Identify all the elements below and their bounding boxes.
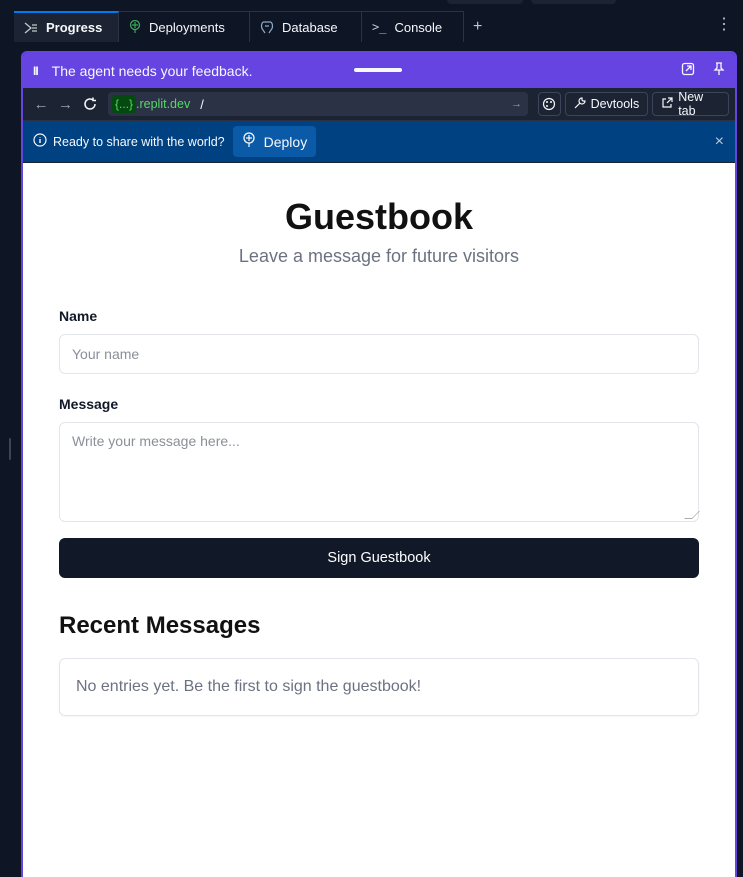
tab-database[interactable]: Database xyxy=(250,11,362,42)
tab-progress[interactable]: Progress × xyxy=(14,11,129,42)
back-arrow-icon[interactable]: ← xyxy=(29,91,53,117)
tab-console[interactable]: >_ Console xyxy=(362,11,464,42)
message-textarea[interactable]: Write your message here... xyxy=(59,422,700,522)
wrench-icon xyxy=(574,96,586,112)
feedback-text: The agent needs your feedback. xyxy=(51,62,253,79)
recent-messages-heading: Recent Messages xyxy=(59,612,261,639)
url-host: .replit.dev xyxy=(136,97,191,111)
name-input[interactable]: Your name xyxy=(59,334,699,374)
top-ghost-button[interactable] xyxy=(531,0,616,4)
more-options-icon[interactable]: ⋮ xyxy=(716,17,732,33)
deploy-button[interactable]: Deploy xyxy=(232,126,317,157)
top-ghost-button[interactable] xyxy=(447,0,523,4)
console-icon: >_ xyxy=(372,20,387,34)
go-arrow-icon[interactable]: → xyxy=(511,98,522,110)
sign-guestbook-button[interactable]: Sign Guestbook xyxy=(59,538,699,578)
new-tab-label: New tab xyxy=(678,90,704,118)
browser-toolbar: ← → {...} .replit.dev / → Devtools New t… xyxy=(23,88,735,121)
deploy-message: Ready to share with the world? xyxy=(53,134,225,149)
tab-label: Database xyxy=(282,19,338,35)
top-strip xyxy=(0,0,743,10)
info-icon xyxy=(33,133,47,150)
resize-handle[interactable] xyxy=(9,438,11,460)
deploy-label: Deploy xyxy=(263,133,308,150)
tab-label: Progress xyxy=(46,20,103,35)
open-external-icon[interactable] xyxy=(681,62,695,79)
deployments-icon xyxy=(129,20,141,34)
refresh-icon[interactable] xyxy=(78,91,102,117)
deploy-icon xyxy=(242,132,256,151)
resize-grip-icon[interactable] xyxy=(684,511,700,519)
message-label: Message xyxy=(59,396,119,412)
devtools-label: Devtools xyxy=(590,97,640,111)
pause-icon[interactable]: II xyxy=(33,64,39,78)
progress-icon xyxy=(24,22,38,34)
page-subtitle: Leave a message for future visitors xyxy=(238,246,520,266)
devtools-button[interactable]: Devtools xyxy=(564,92,649,116)
page-title: Guestbook xyxy=(284,196,473,237)
guestbook-page: Guestbook Leave a message for future vis… xyxy=(23,163,735,877)
drag-handle[interactable] xyxy=(354,68,402,72)
name-label: Name xyxy=(59,308,98,324)
empty-state: No entries yet. Be the first to sign the… xyxy=(59,658,699,716)
url-input[interactable]: {...} .replit.dev / → xyxy=(107,92,528,116)
external-link-icon xyxy=(661,96,673,112)
pin-icon[interactable] xyxy=(713,62,725,79)
forward-arrow-icon[interactable]: → xyxy=(53,91,77,117)
tab-deployments[interactable]: Deployments xyxy=(119,11,250,42)
tab-label: Deployments xyxy=(149,19,225,35)
tab-label: Console xyxy=(394,19,443,35)
workspace-tabbar: Progress × Deployments Database >_ Conso… xyxy=(0,0,743,51)
deploy-banner: Ready to share with the world? Deploy × xyxy=(23,121,735,162)
palette-icon[interactable] xyxy=(537,92,561,116)
webview-panel: II The agent needs your feedback. ← → {.… xyxy=(21,51,737,877)
new-tab-button[interactable]: New tab xyxy=(652,90,730,118)
feedback-actions xyxy=(681,62,725,79)
url-path: / xyxy=(200,96,204,112)
url-host-pill: {...} xyxy=(111,95,137,113)
add-tab-button[interactable]: + xyxy=(473,18,482,36)
feedback-banner: II The agent needs your feedback. xyxy=(23,53,735,88)
database-icon xyxy=(260,20,274,34)
tab-list: Progress × Deployments Database >_ Conso… xyxy=(14,11,464,42)
close-icon[interactable]: × xyxy=(715,133,724,151)
message-placeholder: Write your message here... xyxy=(72,433,240,449)
